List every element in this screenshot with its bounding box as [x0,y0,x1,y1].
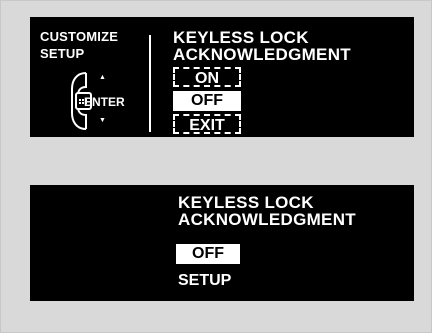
illustration-frame: CUSTOMIZE SETUP ▲ ENTER ▼ KEYLESS LOCK A… [0,0,432,333]
divider [149,35,151,132]
confirmation-title-line-2: ACKNOWLEDGMENT [178,210,356,229]
option-on[interactable]: ON [173,67,241,87]
side-title-line-1: CUSTOMIZE [40,29,119,44]
customize-setup-screen: CUSTOMIZE SETUP ▲ ENTER ▼ KEYLESS LOCK A… [30,17,414,137]
down-arrow-icon: ▼ [99,117,106,124]
setup-label: SETUP [178,272,232,289]
option-off[interactable]: OFF [173,91,241,111]
option-exit[interactable]: EXIT [173,114,241,134]
side-title-line-2: SETUP [40,46,85,61]
up-arrow-icon: ▲ [99,74,106,81]
selected-value-off: OFF [176,244,240,264]
menu-title-line-2: ACKNOWLEDGMENT [173,45,351,64]
confirmation-screen: KEYLESS LOCK ACKNOWLEDGMENT OFF SETUP [30,185,414,301]
enter-label: ENTER [84,95,125,109]
